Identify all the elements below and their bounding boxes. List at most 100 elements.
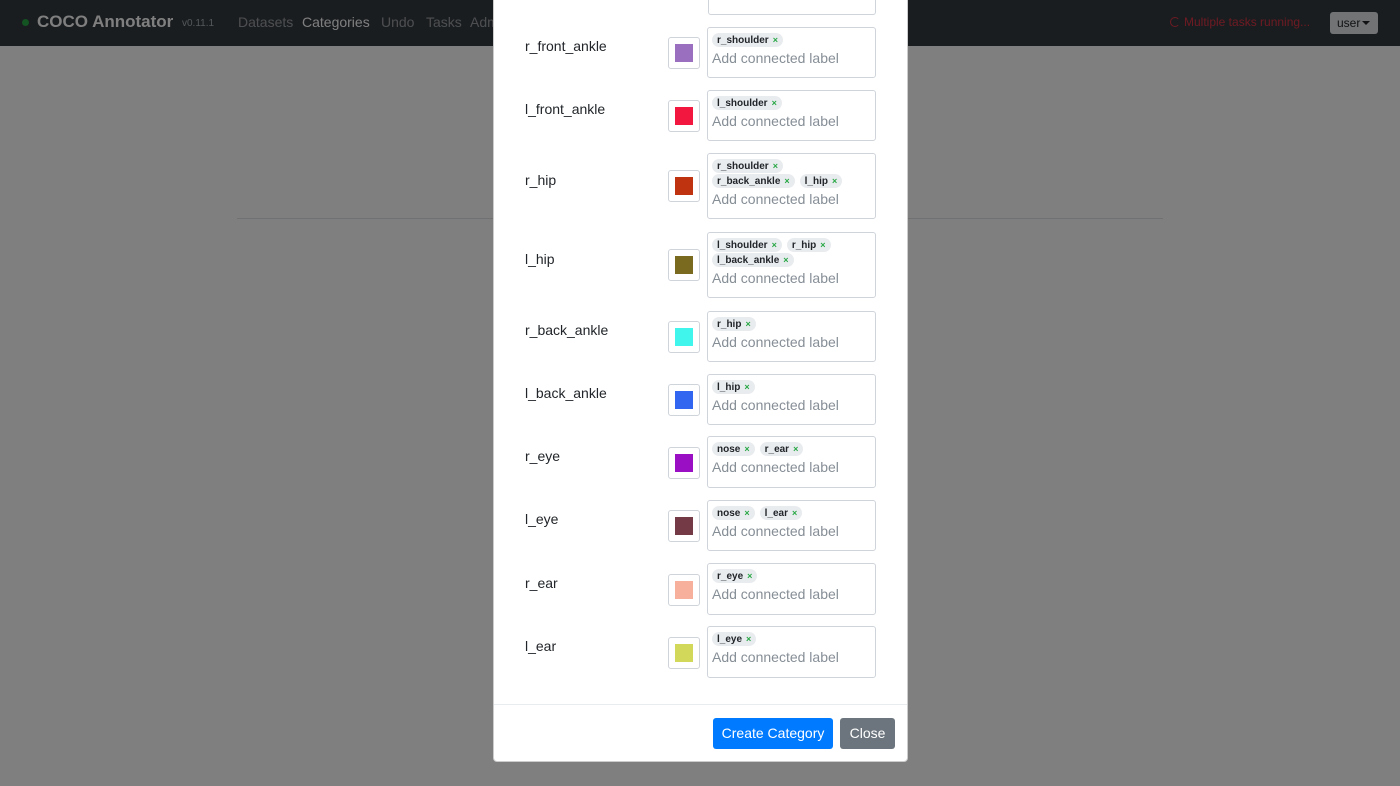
connected-label-input[interactable]: l_shoulder × r_hip × l_back_ankle × Add connec…: [707, 232, 876, 298]
connection-tag-label: r_eye: [717, 570, 744, 582]
connected-label-placeholder[interactable]: Add connected label: [712, 457, 871, 477]
keypoint-color-picker[interactable]: [668, 321, 700, 353]
connected-label-placeholder[interactable]: Add connected label: [712, 48, 871, 68]
keypoint-row: r_hip r_shoulder × r_back_ankle × l_hip × Add c…: [494, 153, 907, 219]
connection-tag-label: l_shoulder: [717, 239, 768, 251]
keypoint-row: l_ear l_eye × Add connected label: [494, 626, 907, 678]
connection-tag: r_eye ×: [712, 569, 758, 583]
connected-label-input[interactable]: l_eye × Add connected label: [707, 626, 876, 678]
connected-label-placeholder[interactable]: Add connected label: [712, 584, 871, 604]
keypoint-name: r_hip: [525, 172, 557, 188]
keypoint-name: r_front_ankle: [525, 38, 607, 54]
connection-tag: l_back_ankle ×: [712, 253, 794, 267]
keypoint-color-picker[interactable]: [668, 37, 700, 69]
color-swatch: [675, 391, 693, 409]
remove-tag-icon[interactable]: ×: [783, 255, 788, 265]
connected-label-input[interactable]: r_shoulder × Add connected label: [707, 27, 876, 78]
keypoint-color-picker[interactable]: [668, 447, 700, 479]
keypoint-row: r_ear r_eye × Add connected label: [494, 563, 907, 615]
connected-label-placeholder[interactable]: Add connected label: [712, 268, 871, 288]
connection-tag: r_hip ×: [712, 317, 756, 331]
connection-tag: nose ×: [712, 506, 755, 520]
tag-line: l_back_ankle ×: [712, 253, 871, 268]
keypoint-name: r_ear: [525, 575, 558, 591]
remove-tag-icon[interactable]: ×: [793, 444, 798, 454]
keypoint-color-picker[interactable]: [668, 249, 700, 281]
keypoint-color-picker[interactable]: [668, 574, 700, 606]
color-swatch: [675, 44, 693, 62]
color-swatch: [675, 517, 693, 535]
connected-label-input[interactable]: nose × r_ear × Add connected label: [707, 436, 876, 488]
tag-line: r_shoulder ×: [712, 159, 871, 174]
keypoint-name: r_eye: [525, 448, 561, 464]
tag-line: r_eye ×: [712, 569, 871, 584]
connected-label-placeholder[interactable]: Add connected label: [712, 647, 871, 667]
create-category-button[interactable]: Create Category: [713, 718, 833, 749]
color-swatch: [675, 328, 693, 346]
keypoint-row: r_eye nose × r_ear × Add connected label: [494, 436, 907, 488]
color-swatch: [675, 644, 693, 662]
connection-tag-label: l_eye: [717, 633, 743, 645]
keypoint-name: r_back_ankle: [525, 322, 609, 338]
remove-tag-icon[interactable]: ×: [773, 35, 778, 45]
connected-label-input[interactable]: l_shoulder × Add connected label: [707, 90, 876, 141]
keypoint-row: r_front_ankle r_shoulder × Add connected la…: [494, 27, 907, 78]
connected-label-placeholder[interactable]: Add connected label: [712, 332, 871, 352]
remove-tag-icon[interactable]: ×: [772, 240, 777, 250]
keypoint-color-picker[interactable]: [668, 384, 700, 416]
keypoint-row: r_back_ankle r_hip × Add connected label: [494, 311, 907, 362]
remove-tag-icon[interactable]: ×: [746, 634, 751, 644]
tag-line: r_hip ×: [712, 317, 871, 332]
keypoint-row: l_eye nose × l_ear × Add connected label: [494, 500, 907, 551]
remove-tag-icon[interactable]: ×: [745, 319, 750, 329]
tag-line: r_back_ankle × l_hip ×: [712, 174, 871, 189]
connection-tag: l_hip ×: [712, 380, 755, 394]
connected-label-input[interactable]: l_hip × Add connected label: [707, 374, 876, 425]
connection-tag-label: r_shoulder: [717, 160, 769, 172]
connection-tag-label: r_hip: [717, 318, 742, 330]
remove-tag-icon[interactable]: ×: [820, 240, 825, 250]
remove-tag-icon[interactable]: ×: [744, 508, 749, 518]
remove-tag-icon[interactable]: ×: [784, 176, 789, 186]
keypoint-color-picker[interactable]: [668, 170, 700, 202]
remove-tag-icon[interactable]: ×: [747, 571, 752, 581]
connection-tag-label: r_hip: [791, 239, 817, 251]
connected-label-placeholder[interactable]: Add connected label: [712, 189, 871, 209]
connection-tag-label: l_ear: [764, 507, 788, 519]
connected-label-input[interactable]: r_eye × Add connected label: [707, 563, 876, 615]
connected-label-placeholder[interactable]: Add connected label: [712, 521, 871, 541]
keypoint-name: l_back_ankle: [525, 385, 607, 401]
remove-tag-icon[interactable]: ×: [744, 382, 749, 392]
remove-tag-icon[interactable]: ×: [832, 176, 837, 186]
tag-line: l_hip ×: [712, 380, 871, 395]
connection-tag: nose ×: [712, 442, 755, 456]
connected-label-placeholder[interactable]: Add connected label: [712, 395, 871, 415]
close-button[interactable]: Close: [840, 718, 895, 749]
connected-label-input[interactable]: r_shoulder × r_back_ankle × l_hip × Add connec…: [707, 153, 876, 219]
connection-tag-label: r_back_ankle: [717, 175, 781, 187]
modal-footer-divider: [494, 704, 907, 705]
keypoint-row: l_front_ankle l_shoulder × Add connected la…: [494, 90, 907, 141]
connected-label-placeholder[interactable]: Add connected label: [712, 111, 871, 131]
connected-label-input[interactable]: nose × l_ear × Add connected label: [707, 500, 876, 551]
connected-label-input[interactable]: r_hip × Add connected label: [707, 311, 876, 362]
connection-tag-label: r_ear: [764, 443, 790, 455]
connection-tag: r_back_ankle ×: [712, 174, 795, 188]
connection-tag-label: l_hip: [804, 175, 828, 187]
tag-line: r_shoulder ×: [712, 33, 871, 48]
keypoint-color-picker[interactable]: [668, 510, 700, 542]
connection-tag-label: nose: [717, 507, 741, 519]
connection-tag-label: l_hip: [717, 381, 741, 393]
remove-tag-icon[interactable]: ×: [792, 508, 797, 518]
keypoint-name: l_eye: [525, 511, 559, 527]
connected-label-input[interactable]: [708, 0, 876, 15]
connection-tag: l_hip ×: [799, 174, 843, 188]
tag-line: l_eye ×: [712, 632, 871, 647]
keypoint-color-picker[interactable]: [668, 637, 700, 669]
connection-tag: r_ear ×: [759, 442, 804, 456]
remove-tag-icon[interactable]: ×: [773, 161, 778, 171]
keypoint-color-picker[interactable]: [668, 100, 700, 132]
connection-tag: r_shoulder ×: [712, 159, 783, 173]
remove-tag-icon[interactable]: ×: [772, 98, 777, 108]
remove-tag-icon[interactable]: ×: [744, 444, 749, 454]
